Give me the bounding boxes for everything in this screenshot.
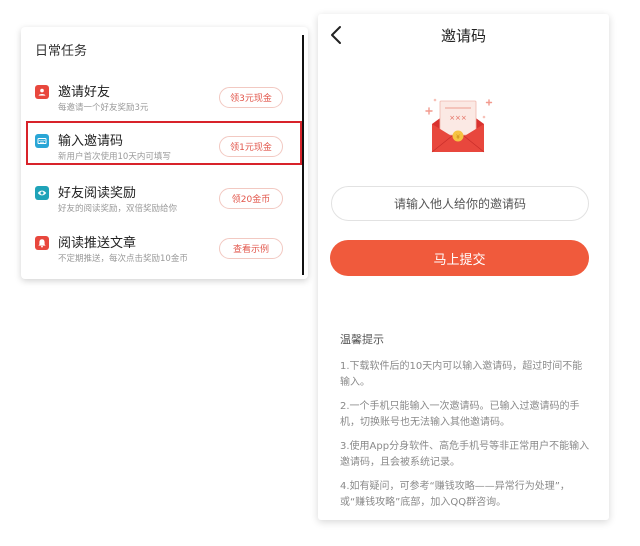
daily-tasks-panel: 日常任务 邀请好友 每邀请一个好友奖励3元 领3元现金 输入邀请码 新用户首次使… [21,27,308,279]
task-subtitle: 每邀请一个好友奖励3元 [58,103,149,113]
submit-button[interactable]: 马上提交 [330,240,589,276]
page-title: 邀请码 [440,27,486,45]
task-title: 邀请好友 [58,85,111,100]
task-subtitle: 不定期推送，每次点击奖励10金币 [58,254,188,264]
eye-icon [35,186,49,200]
task-title: 好友阅读奖励 [58,186,137,201]
claim-3-yuan-button[interactable]: 领3元现金 [219,87,283,108]
envelope-illustration: ××× ¥ [425,98,493,153]
nav-bar: 邀请码 [318,14,609,56]
tip-item: 1.下载软件后的10天内可以输入邀请码，超过时间不能输入。 [340,361,583,388]
task-subtitle: 好友的阅读奖励，双倍奖励给你 [58,204,178,214]
user-card-icon [35,85,49,99]
tip-item: 4.如有疑问，可参考“赚钱攻略——异常行为处理”，或“赚钱攻略”底部，加入QQ群… [340,481,570,508]
task-row-invite-friends[interactable]: 邀请好友 每邀请一个好友奖励3元 领3元现金 [21,79,301,125]
task-title: 阅读推送文章 [58,236,137,251]
view-example-button[interactable]: 查看示例 [219,238,283,259]
task-row-friend-reading-reward[interactable]: 好友阅读奖励 好友的阅读奖励，双倍奖励给你 领20金币 [21,180,301,226]
divider-line [302,35,304,275]
bell-icon [35,236,49,250]
claim-20-coins-button[interactable]: 领20金币 [219,188,283,209]
invite-code-input[interactable] [331,186,589,221]
daily-tasks-title: 日常任务 [35,44,88,59]
task-row-read-push-articles[interactable]: 阅读推送文章 不定期推送，每次点击奖励10金币 查看示例 [21,230,301,276]
svg-text:×××: ××× [449,114,467,122]
tip-item: 3.使用App分身软件、高危手机号等非正常用户不能输入邀请码，且会被系统记录。 [340,441,590,468]
chevron-left-icon[interactable] [327,24,347,46]
invite-code-screen: 邀请码 ××× ¥ 马上提交 温馨提示 1.下载软件后的10天内可以输入邀请码，… [318,14,609,520]
highlight-box [26,121,302,165]
tip-item: 2.一个手机只能输入一次邀请码。已输入过邀请码的手机，切换账号也无法输入其他邀请… [340,401,580,428]
svg-text:¥: ¥ [456,134,460,141]
tips-title: 温馨提示 [340,333,384,346]
